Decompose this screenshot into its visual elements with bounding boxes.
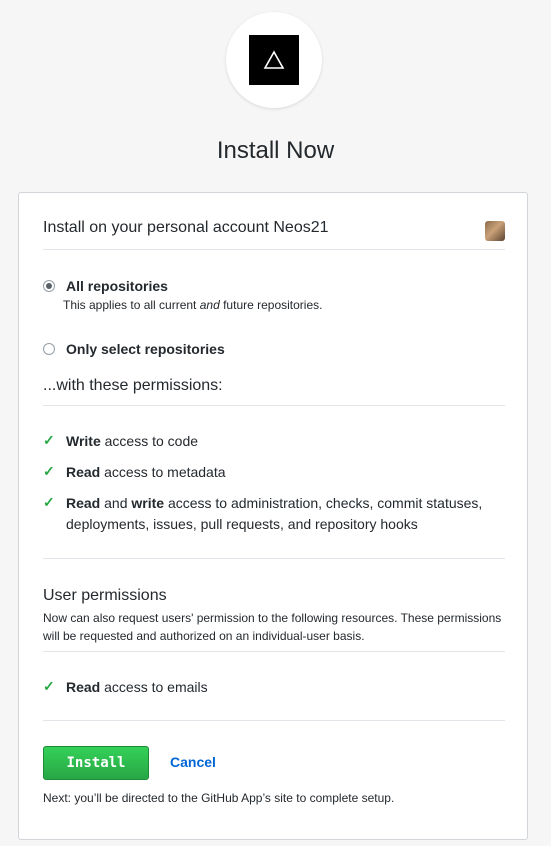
- app-logo: [249, 35, 299, 85]
- divider: [43, 720, 505, 721]
- divider: [43, 405, 505, 406]
- permission-item: Write access to code: [66, 433, 199, 449]
- check-icon: ✓: [43, 463, 55, 479]
- all-repositories-note: This applies to all current and future r…: [63, 298, 323, 312]
- divider: [43, 558, 505, 559]
- all-repositories-label[interactable]: All repositories: [66, 278, 168, 294]
- user-permissions-description: Now can also request users' permission t…: [43, 611, 502, 643]
- check-icon: ✓: [43, 432, 55, 448]
- install-card: Install on your personal account Neos21 …: [18, 192, 528, 840]
- user-permission-item: Read access to emails: [66, 679, 208, 695]
- app-logo-badge: [226, 12, 322, 108]
- permissions-heading: ...with these permissions:: [43, 377, 223, 394]
- delta-icon: [263, 50, 285, 69]
- divider: [43, 249, 505, 250]
- select-repositories-radio[interactable]: [43, 343, 55, 355]
- account-label: Install on your personal account Neos21: [43, 219, 329, 236]
- divider: [43, 651, 505, 652]
- user-avatar: [485, 221, 505, 241]
- install-button[interactable]: Install: [43, 746, 149, 780]
- check-icon: ✓: [43, 678, 55, 694]
- select-repositories-label[interactable]: Only select repositories: [66, 341, 225, 357]
- next-step-note: Next: you’ll be directed to the GitHub A…: [43, 791, 395, 805]
- permission-item: Read access to metadata: [66, 464, 226, 480]
- check-icon: ✓: [43, 494, 55, 510]
- user-permissions-title: User permissions: [43, 587, 167, 604]
- all-repositories-radio[interactable]: [43, 280, 55, 292]
- permission-item: Read and write access to administration,…: [66, 495, 483, 532]
- cancel-link[interactable]: Cancel: [170, 754, 216, 770]
- page-title: Install Now: [216, 137, 335, 164]
